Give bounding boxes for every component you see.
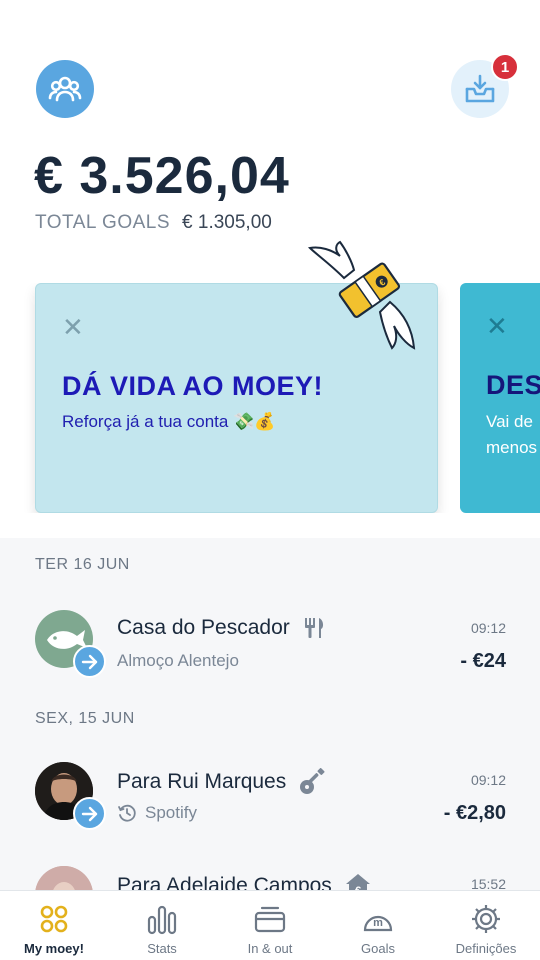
- guitar-icon: [300, 768, 325, 794]
- inbox-download-icon: [465, 74, 495, 103]
- card-icon: [254, 906, 286, 933]
- transaction-name: Casa do Pescador: [117, 616, 290, 639]
- transaction-row[interactable]: Para Rui Marques Spotify 09:12 - €2,80: [0, 762, 540, 852]
- promo-card-next[interactable]: ✕ DES Vai de menos: [460, 283, 540, 513]
- person-photo: [35, 866, 93, 890]
- close-icon[interactable]: ✕: [486, 311, 508, 342]
- group-button[interactable]: [36, 60, 94, 118]
- transaction-name: Para Adelaide Campos: [117, 874, 332, 890]
- dots-grid-icon: [40, 905, 68, 933]
- transaction-row[interactable]: Casa do Pescador Almoço Alentejo 09:12 -…: [0, 610, 540, 700]
- transaction-row[interactable]: Para Adelaide Campos € 15:52: [0, 866, 540, 890]
- fork-knife-icon: [304, 618, 323, 638]
- nav-item-in-out[interactable]: In & out: [216, 891, 324, 960]
- gear-icon: [472, 905, 500, 933]
- close-icon[interactable]: ✕: [62, 312, 84, 343]
- house-euro-icon: €: [345, 874, 370, 890]
- date-header: TER 16 JUN: [35, 556, 130, 573]
- promo-card-subtitle: Vai de menos: [486, 412, 538, 457]
- nav-label: Goals: [361, 941, 395, 956]
- transfer-arrow-icon: [73, 645, 106, 678]
- nav-item-stats[interactable]: Stats: [108, 891, 216, 960]
- bar-chart-icon: [147, 905, 177, 935]
- piggy-icon: m: [363, 915, 393, 932]
- transaction-time: 15:52: [470, 876, 506, 890]
- total-goals[interactable]: TOTAL GOALS € 1.305,00: [35, 212, 272, 234]
- nav-item-my-moey[interactable]: My moey!: [0, 891, 108, 960]
- recurring-clock-icon: [118, 804, 136, 822]
- promo-card-title: DES: [486, 370, 540, 400]
- promo-card-subtitle: Reforça já a tua conta 💸💰: [62, 412, 276, 431]
- group-icon: [48, 76, 82, 102]
- transaction-time: 09:12: [470, 620, 506, 636]
- transfer-arrow-icon: [73, 797, 106, 830]
- account-balance: € 3.526,04: [34, 147, 290, 205]
- transaction-amount: - €2,80: [443, 802, 506, 824]
- promo-carousel[interactable]: ✕ DÁ VIDA AO MOEY! Reforça já a tua cont…: [0, 283, 540, 513]
- transaction-amount: - €24: [460, 650, 506, 672]
- nav-item-goals[interactable]: m Goals: [324, 891, 432, 960]
- transaction-time: 09:12: [470, 772, 506, 788]
- svg-text:m: m: [373, 917, 383, 929]
- flying-money-icon: €: [307, 240, 416, 350]
- transaction-description: Spotify: [145, 803, 197, 822]
- transaction-description: Almoço Alentejo: [117, 651, 239, 670]
- nav-label: Definições: [455, 941, 517, 956]
- total-goals-label: TOTAL GOALS: [35, 212, 171, 233]
- person-avatar: [35, 866, 93, 890]
- nav-item-settings[interactable]: Definições: [432, 891, 540, 960]
- promo-card-title: DÁ VIDA AO MOEY!: [62, 371, 324, 401]
- nav-label: My moey!: [24, 941, 84, 956]
- transaction-feed[interactable]: TER 16 JUN Casa do Pescador Almoço Alent…: [0, 538, 540, 890]
- transaction-name: Para Rui Marques: [117, 770, 287, 793]
- total-goals-value: € 1.305,00: [182, 212, 272, 233]
- notification-badge: 1: [491, 53, 519, 81]
- date-header: SEX, 15 JUN: [35, 710, 135, 727]
- nav-label: In & out: [247, 941, 293, 956]
- bottom-navigation: My moey! Stats In & out m Goals Definiçõ…: [0, 890, 540, 960]
- nav-label: Stats: [147, 941, 177, 956]
